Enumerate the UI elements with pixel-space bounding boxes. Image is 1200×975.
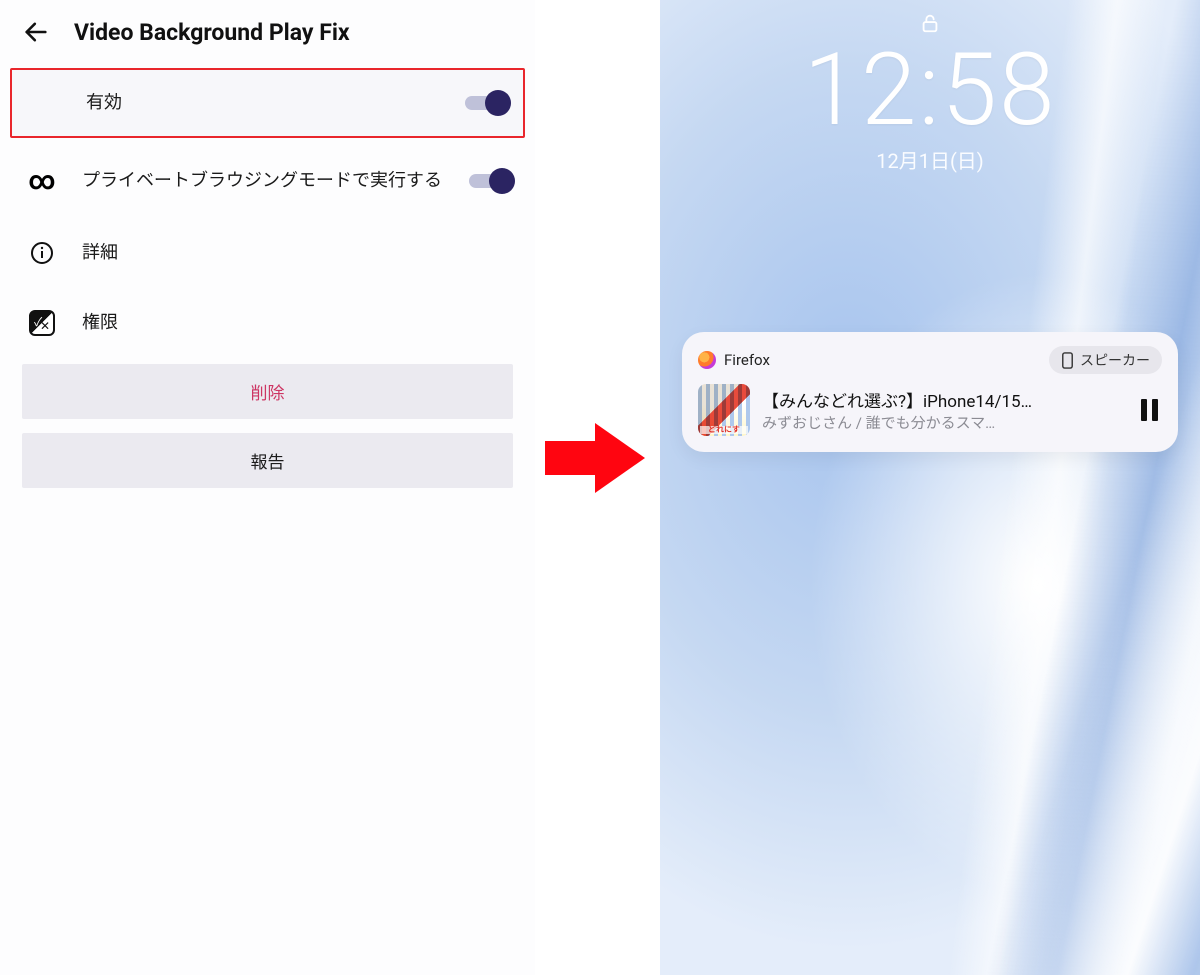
private-mode-toggle[interactable] (469, 168, 515, 194)
enabled-toggle[interactable] (465, 90, 511, 116)
info-icon (20, 241, 64, 265)
permissions-icon (20, 310, 64, 336)
media-row: どれにす 【みんなどれ選ぶ?】iPhone14/15… みずおじさん / 誰でも… (698, 384, 1162, 436)
mask-icon: ∞ (20, 166, 64, 196)
settings-screen: Video Background Play Fix 有効 ∞ プライベートブラウ… (0, 0, 535, 975)
page-title: Video Background Play Fix (74, 19, 350, 46)
thumb-caption: どれにす (700, 426, 748, 434)
app-identity: Firefox (698, 351, 770, 369)
lock-header: 12:58 12月1日(日) (660, 12, 1200, 174)
media-text: 【みんなどれ選ぶ?】iPhone14/15… みずおじさん / 誰でも分かるスマ… (762, 387, 1124, 433)
enabled-row[interactable]: 有効 (10, 68, 525, 138)
pause-button[interactable] (1136, 399, 1162, 421)
details-row[interactable]: 詳細 (0, 218, 535, 288)
clock-time: 12:58 (660, 32, 1200, 149)
button-group: 削除 報告 (0, 358, 535, 488)
permissions-label: 権限 (82, 310, 515, 336)
enabled-label: 有効 (86, 90, 447, 116)
private-mode-label: プライベートブラウジングモードで実行する (82, 168, 451, 194)
arrow-annotation (535, 0, 660, 975)
lock-screen: 12:58 12月1日(日) Firefox スピーカー どれにす 【みんなどれ… (660, 0, 1200, 975)
output-selector[interactable]: スピーカー (1049, 346, 1162, 374)
firefox-icon (698, 351, 716, 369)
header: Video Background Play Fix (0, 0, 535, 60)
card-header: Firefox スピーカー (698, 346, 1162, 374)
delete-button[interactable]: 削除 (22, 364, 513, 419)
clock-date: 12月1日(日) (660, 145, 1200, 174)
media-title: 【みんなどれ選ぶ?】iPhone14/15… (762, 387, 1124, 412)
permissions-row[interactable]: 権限 (0, 288, 535, 358)
back-arrow-icon[interactable] (22, 18, 50, 46)
media-thumbnail: どれにす (698, 384, 750, 436)
media-notification[interactable]: Firefox スピーカー どれにす 【みんなどれ選ぶ?】iPhone14/15… (682, 332, 1178, 452)
phone-icon (1061, 352, 1074, 369)
details-label: 詳細 (82, 240, 515, 266)
app-name: Firefox (724, 351, 770, 369)
private-mode-row[interactable]: ∞ プライベートブラウジングモードで実行する (0, 144, 535, 218)
output-label: スピーカー (1080, 350, 1150, 370)
media-subtitle: みずおじさん / 誰でも分かるスマ… (762, 412, 1124, 433)
report-button[interactable]: 報告 (22, 433, 513, 488)
right-arrow-icon (545, 423, 650, 493)
